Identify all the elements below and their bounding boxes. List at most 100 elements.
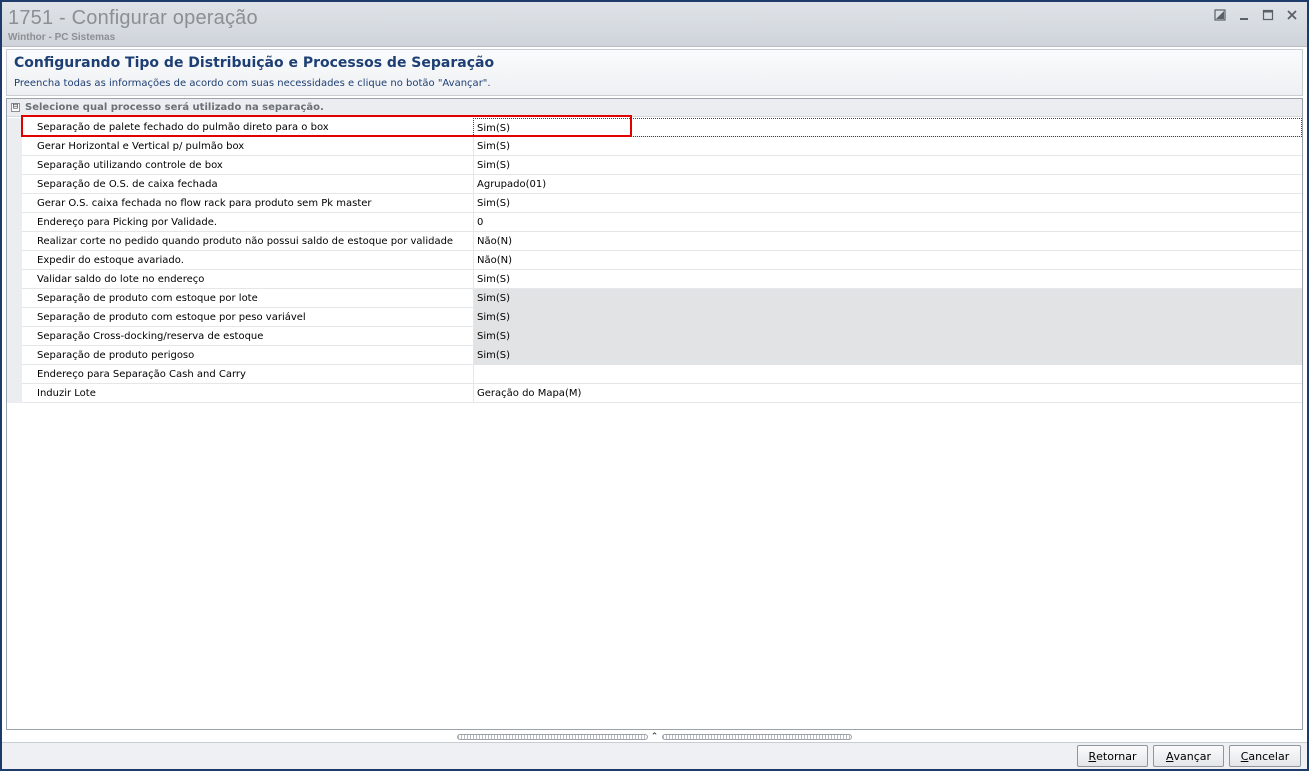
property-name: Induzir Lote: [37, 388, 96, 399]
property-value: Sim(S): [477, 160, 511, 171]
property-row[interactable]: Separação de produto perigoso Sim(S): [7, 346, 1302, 365]
row-indent: [7, 289, 22, 308]
close-icon[interactable]: [1285, 8, 1299, 22]
collapse-icon[interactable]: ⊟: [11, 103, 20, 112]
property-value: Sim(S): [477, 123, 511, 134]
row-indent: [7, 194, 22, 213]
window-title: 1751 - Configurar operação: [8, 7, 258, 29]
avancar-button[interactable]: Avançar: [1153, 745, 1224, 767]
window-subtitle: Winthor - PC Sistemas: [8, 32, 116, 43]
row-indent: [7, 384, 22, 403]
property-row[interactable]: Endereço para Separação Cash and Carry: [7, 365, 1302, 384]
property-row[interactable]: Separação de produto com estoque por pes…: [7, 308, 1302, 327]
row-indent: [7, 175, 22, 194]
property-value-cell: Sim(S): [473, 289, 1302, 308]
row-indent: [7, 156, 22, 175]
button-bar: Retornar Avançar Cancelar: [2, 742, 1307, 769]
property-name: Separação de produto com estoque por lot…: [37, 293, 258, 304]
property-value-cell[interactable]: Sim(S): [473, 270, 1302, 289]
property-row[interactable]: Separação Cross-docking/reserva de estoq…: [7, 327, 1302, 346]
property-grid: ⊟ Selecione qual processo será utilizado…: [6, 98, 1303, 730]
property-name: Separação Cross-docking/reserva de estoq…: [37, 331, 264, 342]
wizard-step-description: Preencha todas as informações de acordo …: [14, 78, 491, 89]
avancar-mnemonic: A: [1165, 749, 1174, 763]
restore-icon[interactable]: [1213, 8, 1227, 22]
property-value: Sim(S): [477, 312, 511, 323]
property-value-cell[interactable]: 0: [473, 213, 1302, 232]
property-value: Sim(S): [477, 274, 511, 285]
splitter-handle[interactable]: ⌃: [457, 732, 852, 742]
property-value: Sim(S): [477, 331, 511, 342]
property-name: Separação de O.S. de caixa fechada: [37, 179, 218, 190]
wizard-step-title: Configurando Tipo de Distribuição e Proc…: [14, 55, 495, 71]
minimize-icon[interactable]: [1237, 8, 1251, 22]
chevron-up-icon[interactable]: ⌃: [648, 732, 662, 742]
row-indent: [7, 365, 22, 384]
property-group-label: Selecione qual processo será utilizado n…: [25, 102, 324, 113]
property-row[interactable]: Validar saldo do lote no endereço Sim(S): [7, 270, 1302, 289]
property-value-cell[interactable]: Sim(S): [473, 156, 1302, 175]
property-value-cell[interactable]: Não(N): [473, 232, 1302, 251]
property-value-cell[interactable]: Não(N): [473, 251, 1302, 270]
row-indent: [7, 270, 22, 289]
property-name: Validar saldo do lote no endereço: [37, 274, 205, 285]
property-value-cell[interactable]: [473, 365, 1302, 384]
property-row[interactable]: Expedir do estoque avariado. Não(N): [7, 251, 1302, 270]
property-row[interactable]: Endereço para Picking por Validade. 0: [7, 213, 1302, 232]
property-value: Sim(S): [477, 293, 511, 304]
retornar-mnemonic: R: [1088, 749, 1097, 763]
property-row[interactable]: Induzir Lote Geração do Mapa(M): [7, 384, 1302, 403]
window-controls: [1213, 8, 1299, 22]
retornar-label: etornar: [1096, 749, 1137, 763]
cancelar-button[interactable]: Cancelar: [1229, 745, 1301, 767]
property-value: Sim(S): [477, 198, 511, 209]
property-name: Endereço para Separação Cash and Carry: [37, 369, 246, 380]
property-value-cell[interactable]: Agrupado(01): [473, 175, 1302, 194]
retornar-button[interactable]: Retornar: [1077, 745, 1148, 767]
cancelar-mnemonic: C: [1240, 749, 1249, 763]
property-value-cell: Sim(S): [473, 327, 1302, 346]
property-value-cell[interactable]: Sim(S): [473, 137, 1302, 156]
property-value: Sim(S): [477, 141, 511, 152]
splitter-grip-right[interactable]: [661, 733, 852, 740]
property-value: Geração do Mapa(M): [477, 388, 582, 399]
property-row[interactable]: Separação de produto com estoque por lot…: [7, 289, 1302, 308]
splitter-grip-left[interactable]: [457, 733, 648, 740]
property-name: Separação de produto perigoso: [37, 350, 195, 361]
row-indent: [7, 232, 22, 251]
property-name: Endereço para Picking por Validade.: [37, 217, 218, 228]
row-indent: [7, 251, 22, 270]
property-row[interactable]: Realizar corte no pedido quando produto …: [7, 232, 1302, 251]
property-value-cell[interactable]: Sim(S): [473, 194, 1302, 213]
property-name: Gerar Horizontal e Vertical p/ pulmão bo…: [37, 141, 245, 152]
title-bar[interactable]: 1751 - Configurar operação Winthor - PC …: [2, 2, 1307, 47]
property-value-cell[interactable]: Sim(S): [473, 118, 1302, 137]
property-row[interactable]: Separação de palete fechado do pulmão di…: [7, 118, 1302, 137]
property-name: Separação utilizando controle de box: [37, 160, 223, 171]
property-value: Não(N): [477, 236, 513, 247]
maximize-icon[interactable]: [1261, 8, 1275, 22]
property-row[interactable]: Separação de O.S. de caixa fechada Agrupa…: [7, 175, 1302, 194]
property-value-cell: Sim(S): [473, 346, 1302, 365]
property-name: Separação de palete fechado do pulmão di…: [37, 122, 329, 133]
configurar-operacao-window: 1751 - Configurar operação Winthor - PC …: [0, 0, 1309, 771]
wizard-header: Configurando Tipo de Distribuição e Proc…: [6, 49, 1303, 96]
row-indent: [7, 308, 22, 327]
property-row[interactable]: Separação utilizando controle de box Sim(…: [7, 156, 1302, 175]
property-row[interactable]: Gerar Horizontal e Vertical p/ pulmão bo…: [7, 137, 1302, 156]
row-indent: [7, 327, 22, 346]
property-value: Agrupado(01): [477, 179, 547, 190]
cancelar-label: ancelar: [1248, 749, 1290, 763]
property-name: Separação de produto com estoque por pes…: [37, 312, 306, 323]
property-name: Gerar O.S. caixa fechada no flow rack pa…: [37, 198, 372, 209]
property-name: Expedir do estoque avariado.: [37, 255, 184, 266]
property-name: Realizar corte no pedido quando produto …: [37, 236, 454, 247]
property-value-cell: Sim(S): [473, 308, 1302, 327]
property-value: Não(N): [477, 255, 513, 266]
property-value: Sim(S): [477, 350, 511, 361]
property-group-header[interactable]: ⊟ Selecione qual processo será utilizado…: [7, 99, 1302, 117]
property-row[interactable]: Gerar O.S. caixa fechada no flow rack pa…: [7, 194, 1302, 213]
avancar-label: vançar: [1173, 749, 1212, 763]
row-indent: [7, 213, 22, 232]
property-value-cell[interactable]: Geração do Mapa(M): [473, 384, 1302, 403]
